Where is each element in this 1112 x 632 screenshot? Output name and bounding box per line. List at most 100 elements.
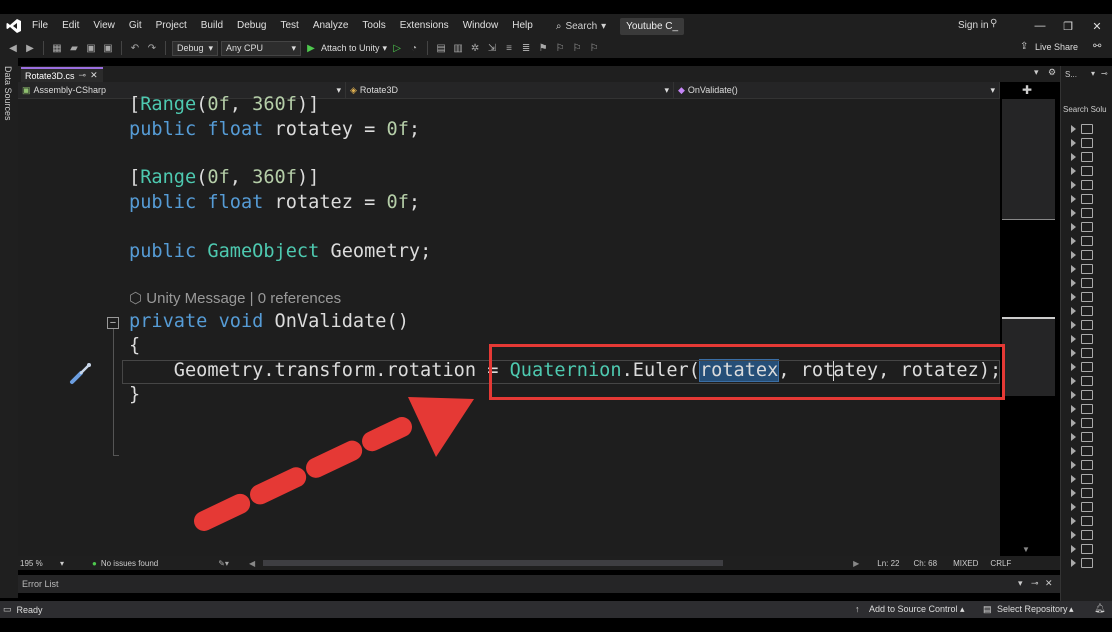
back-icon[interactable]: ◀ xyxy=(6,41,20,55)
tree-item[interactable] xyxy=(1071,262,1111,276)
whitespace-mode[interactable]: MIXED xyxy=(953,559,978,568)
scroll-left-icon[interactable]: ◀ xyxy=(249,559,255,568)
panel-menu-icon[interactable]: ▾ xyxy=(1091,69,1095,78)
menu-git[interactable]: Git xyxy=(122,14,149,38)
comment-icon[interactable]: ≡ xyxy=(502,41,516,55)
layout-icon[interactable]: ▥ xyxy=(451,41,465,55)
code-editor[interactable]: [Range(0f, 360f)] public float rotatey =… xyxy=(18,94,1001,556)
menu-build[interactable]: Build xyxy=(194,14,230,38)
platform-dropdown[interactable]: Any CPU ▾ xyxy=(221,40,301,56)
panel-pin-icon[interactable]: ⊸ xyxy=(1101,69,1108,78)
code-cleanup-icon[interactable]: ✎▾ xyxy=(218,559,229,568)
tree-item[interactable] xyxy=(1071,374,1111,388)
tree-item[interactable] xyxy=(1071,528,1111,542)
new-project-icon[interactable]: ▦ xyxy=(50,41,64,55)
open-folder-icon[interactable]: ▰ xyxy=(67,41,81,55)
live-share-icon[interactable]: ⇪ xyxy=(1020,41,1028,52)
tree-item[interactable] xyxy=(1071,276,1111,290)
tree-item[interactable] xyxy=(1071,444,1111,458)
live-share-button[interactable]: Live Share xyxy=(1035,42,1078,52)
menu-tools[interactable]: Tools xyxy=(355,14,392,38)
notifications-icon[interactable]: 🔔︎ xyxy=(1094,603,1105,614)
menu-edit[interactable]: Edit xyxy=(55,14,86,38)
close-icon[interactable]: ✕ xyxy=(1082,14,1112,38)
attach-to-unity-button[interactable]: Attach to Unity xyxy=(321,43,380,53)
tree-item[interactable] xyxy=(1071,542,1111,556)
visual-studio-logo-icon[interactable] xyxy=(3,15,25,37)
menu-view[interactable]: View xyxy=(86,14,122,38)
tree-item[interactable] xyxy=(1071,304,1111,318)
tab-close-icon[interactable]: ✕ xyxy=(90,70,98,81)
collapse-icon[interactable]: − xyxy=(107,317,119,329)
bug-icon[interactable]: ✲ xyxy=(468,41,482,55)
save-icon[interactable]: ▣ xyxy=(84,41,98,55)
forward-icon[interactable]: ▶ xyxy=(23,41,37,55)
select-repository-button[interactable]: Select Repository xyxy=(997,604,1068,614)
settings-icon[interactable]: ⚙ xyxy=(1048,67,1056,78)
tree-item[interactable] xyxy=(1071,402,1111,416)
bookmark-icon[interactable]: ⚑ xyxy=(536,41,550,55)
tree-item[interactable] xyxy=(1071,122,1111,136)
hot-reload-icon[interactable]: ◔ xyxy=(407,41,421,55)
browser-icon[interactable]: ▤ xyxy=(434,41,448,55)
zoom-dropdown[interactable]: 195 % ▾ xyxy=(20,559,64,568)
tab-rotate3d[interactable]: Rotate3D.cs ⊸ ✕ xyxy=(21,67,103,82)
line-ending[interactable]: CRLF xyxy=(990,559,1011,568)
restore-icon[interactable]: ❐ xyxy=(1053,14,1083,38)
tree-item[interactable] xyxy=(1071,178,1111,192)
feedback-icon[interactable]: ⚯ xyxy=(1093,41,1101,52)
tree-item[interactable] xyxy=(1071,500,1111,514)
tree-item[interactable] xyxy=(1071,332,1111,346)
menu-window[interactable]: Window xyxy=(456,14,506,38)
account-icon[interactable]: ⚲ xyxy=(990,18,997,29)
quick-actions-icon[interactable] xyxy=(68,360,94,386)
save-all-icon[interactable]: ▣ xyxy=(101,41,115,55)
tree-item[interactable] xyxy=(1071,150,1111,164)
tree-item[interactable] xyxy=(1071,360,1111,374)
sign-in-link[interactable]: Sign in xyxy=(958,20,989,31)
tree-item[interactable] xyxy=(1071,458,1111,472)
menu-file[interactable]: File xyxy=(25,14,55,38)
tree-item[interactable] xyxy=(1071,206,1111,220)
tree-item[interactable] xyxy=(1071,136,1111,150)
step-icon[interactable]: ⇲ xyxy=(485,41,499,55)
scroll-right-icon[interactable]: ▶ xyxy=(853,559,859,568)
menu-analyze[interactable]: Analyze xyxy=(306,14,356,38)
tree-item[interactable] xyxy=(1071,472,1111,486)
data-sources-tab[interactable]: Data Sources xyxy=(3,66,13,121)
menu-test[interactable]: Test xyxy=(273,14,305,38)
minimize-icon[interactable]: — xyxy=(1025,14,1055,38)
tree-item[interactable] xyxy=(1071,388,1111,402)
menu-help[interactable]: Help xyxy=(505,14,540,38)
chevron-down-icon[interactable]: ▾ xyxy=(383,43,388,54)
menu-project[interactable]: Project xyxy=(149,14,194,38)
start-without-debugging-icon[interactable]: ▷ xyxy=(390,41,404,55)
next-bookmark-icon[interactable]: ⚐ xyxy=(570,41,584,55)
horizontal-scrollbar[interactable] xyxy=(263,560,724,566)
tree-item[interactable] xyxy=(1071,556,1111,570)
prev-bookmark-icon[interactable]: ⚐ xyxy=(553,41,567,55)
configuration-dropdown[interactable]: Debug ▾ xyxy=(172,40,218,56)
pin-icon[interactable]: ⊸ xyxy=(79,70,87,81)
tree-item[interactable] xyxy=(1071,486,1111,500)
split-editor-icon[interactable]: ✚ xyxy=(1022,83,1032,97)
panel-menu-icon[interactable]: ▾ xyxy=(1018,578,1023,589)
solution-search-input[interactable]: Search Solu xyxy=(1063,105,1107,114)
codelens[interactable]: ⬡ Unity Message | 0 references xyxy=(129,289,341,307)
tab-overflow-icon[interactable]: ▾ xyxy=(1034,67,1039,78)
play-icon[interactable]: ▶ xyxy=(304,41,318,55)
tree-item[interactable] xyxy=(1071,220,1111,234)
redo-icon[interactable]: ↷ xyxy=(145,41,159,55)
panel-close-icon[interactable]: ✕ xyxy=(1045,578,1053,589)
member-dropdown[interactable]: ◆ OnValidate() ▾ xyxy=(674,82,1000,98)
tree-item[interactable] xyxy=(1071,416,1111,430)
issues-status[interactable]: No issues found xyxy=(101,559,158,568)
add-to-source-control-button[interactable]: Add to Source Control xyxy=(869,604,958,614)
tree-item[interactable] xyxy=(1071,248,1111,262)
tree-item[interactable] xyxy=(1071,318,1111,332)
uncomment-icon[interactable]: ≣ xyxy=(519,41,533,55)
minimap[interactable] xyxy=(1002,99,1055,396)
tree-item[interactable] xyxy=(1071,290,1111,304)
tree-item[interactable] xyxy=(1071,514,1111,528)
undo-icon[interactable]: ↶ xyxy=(128,41,142,55)
